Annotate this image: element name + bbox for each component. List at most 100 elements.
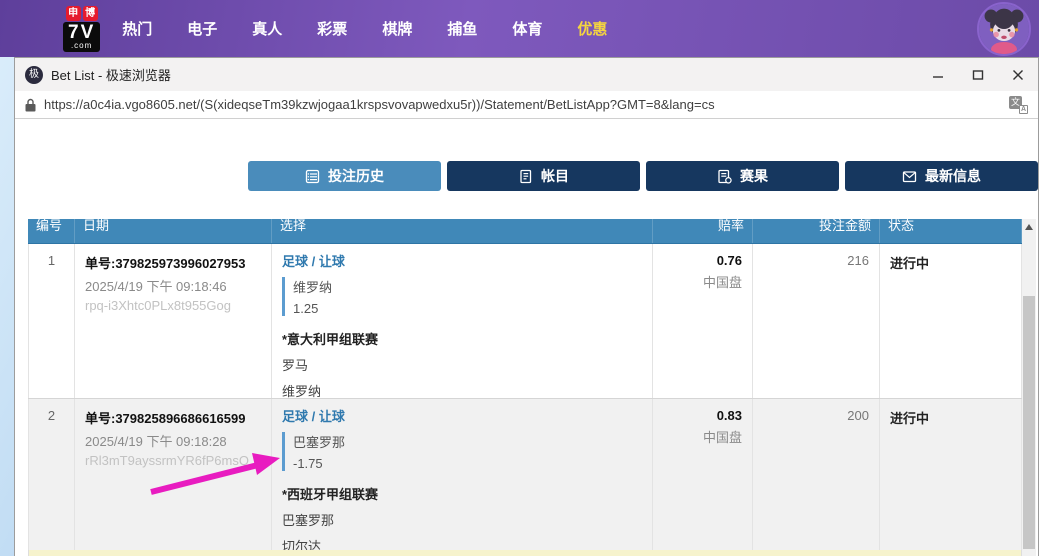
col-header-odds: 赔率	[653, 219, 753, 243]
league-name: *西班牙甲组联赛	[282, 484, 642, 503]
results-icon	[717, 169, 732, 184]
cell-row-number: 1	[28, 244, 75, 398]
ledger-icon	[518, 169, 533, 184]
window-titlebar: 极 Bet List - 极速浏览器	[15, 58, 1038, 91]
league-name: *意大利甲组联赛	[282, 329, 642, 348]
tab-bet-history[interactable]: 投注历史	[248, 161, 441, 191]
table-row: 2 单号:379825896686616599 2025/4/19 下午 09:…	[28, 399, 1022, 550]
bet-time: 2025/4/19 下午 09:18:28	[85, 431, 261, 450]
cell-row-number: 2	[28, 399, 75, 550]
table-row: 1 单号:379825973996027953 2025/4/19 下午 09:…	[28, 244, 1022, 399]
url-text[interactable]: https://a0c4ia.vgo8605.net/(S(xideqseTm3…	[44, 97, 1009, 112]
scroll-up-button[interactable]	[1022, 219, 1036, 235]
logo-badge-left: 申	[66, 6, 81, 21]
col-header-date: 日期	[75, 219, 272, 243]
cell-amount: 200	[753, 399, 880, 550]
market-link[interactable]: 足球 / 让球	[282, 251, 642, 270]
site-navbar: 申 博 7V .com 热门 电子 真人 彩票 棋牌 捕鱼 体育 优惠	[0, 0, 1039, 57]
window-controls	[918, 58, 1038, 91]
cell-selection: 足球 / 让球 维罗纳 1.25 *意大利甲组联赛 罗马 维罗纳 2025年04…	[272, 244, 653, 398]
cell-odds: 0.76 中国盘	[653, 244, 753, 398]
odds-value: 0.76	[663, 253, 742, 268]
col-header-selection: 选择	[272, 219, 653, 243]
col-header-no: 编号	[28, 219, 75, 243]
bet-history-icon	[305, 169, 320, 184]
site-nav-links: 热门 电子 真人 彩票 棋牌 捕鱼 体育 优惠	[122, 18, 642, 39]
odds-value: 0.83	[663, 408, 742, 423]
selection-line: 1.25	[293, 301, 642, 316]
odds-type: 中国盘	[663, 272, 742, 291]
logo-badge-right: 博	[83, 6, 98, 21]
bet-id: 单号:379825896686616599	[85, 408, 261, 427]
bet-ref-code: rpq-i3Xhtc0PLx8t955Gog	[85, 298, 261, 313]
close-icon	[1012, 69, 1024, 81]
selection-pick: 维罗纳	[293, 277, 642, 296]
tab-label: 帐目	[541, 166, 569, 186]
nav-item-fishing[interactable]: 捕鱼	[447, 18, 477, 39]
lock-icon	[25, 98, 36, 112]
logo-suffix-text: .com	[68, 42, 95, 50]
tab-latest-news[interactable]: 最新信息	[845, 161, 1038, 191]
tab-label: 投注历史	[328, 166, 384, 186]
avatar-illustration	[979, 4, 1029, 54]
selection-block: 维罗纳 1.25	[282, 277, 642, 316]
selection-line: -1.75	[293, 456, 642, 471]
table-header: 编号 日期 选择 赔率 投注金额 状态	[28, 219, 1022, 244]
maximize-icon	[972, 69, 984, 81]
nav-item-live[interactable]: 真人	[252, 18, 282, 39]
home-team: 巴塞罗那	[282, 510, 642, 529]
logo-badges: 申 博	[66, 6, 98, 21]
vertical-scrollbar[interactable]	[1022, 219, 1036, 556]
logo-box: 7V .com	[63, 22, 100, 52]
tab-statement[interactable]: 帐目	[447, 161, 640, 191]
cell-status: 进行中	[880, 399, 1022, 550]
section-tabs: 投注历史 帐目	[248, 161, 1038, 191]
nav-item-sports[interactable]: 体育	[512, 18, 542, 39]
away-team: 切尔达	[282, 536, 642, 550]
page-content: 投注历史 帐目	[15, 119, 1038, 556]
home-team: 罗马	[282, 355, 642, 374]
browser-window: 极 Bet List - 极速浏览器 https://a0c4ia.vgo860…	[14, 57, 1039, 556]
user-avatar[interactable]	[977, 2, 1031, 56]
bet-ref-code: rRl3mT9ayssrmYR6fP6msQ	[85, 453, 261, 468]
cell-amount: 216	[753, 244, 880, 398]
scroll-up-icon	[1025, 224, 1033, 230]
selection-pick: 巴塞罗那	[293, 432, 642, 451]
cell-selection: 足球 / 让球 巴塞罗那 -1.75 *西班牙甲组联赛 巴塞罗那 切尔达 202…	[272, 399, 653, 550]
translate-icon[interactable]: 文 A	[1009, 96, 1028, 114]
tab-label: 最新信息	[925, 166, 981, 186]
tab-label: 赛果	[740, 166, 768, 186]
cell-date: 单号:379825973996027953 2025/4/19 下午 09:18…	[75, 244, 272, 398]
nav-item-lottery[interactable]: 彩票	[317, 18, 347, 39]
cell-date: 单号:379825896686616599 2025/4/19 下午 09:18…	[75, 399, 272, 550]
next-row-peek	[28, 550, 1022, 556]
scrollbar-thumb[interactable]	[1023, 296, 1035, 549]
cell-odds: 0.83 中国盘	[653, 399, 753, 550]
browser-app-icon: 极	[25, 66, 43, 84]
desktop-background: 申 博 7V .com 热门 电子 真人 彩票 棋牌 捕鱼 体育 优惠	[0, 0, 1039, 556]
logo-main-text: 7V	[68, 23, 95, 42]
col-header-amount: 投注金额	[753, 219, 880, 243]
nav-item-slots[interactable]: 电子	[187, 18, 217, 39]
bet-list-table: 编号 日期 选择 赔率 投注金额 状态 1 单号:379825973996027…	[28, 219, 1022, 556]
site-logo[interactable]: 申 博 7V .com	[63, 6, 100, 52]
nav-item-hot[interactable]: 热门	[122, 18, 152, 39]
minimize-icon	[932, 69, 944, 81]
address-bar[interactable]: https://a0c4ia.vgo8605.net/(S(xideqseTm3…	[15, 91, 1038, 119]
odds-type: 中国盘	[663, 427, 742, 446]
mail-icon	[902, 169, 917, 184]
bet-time: 2025/4/19 下午 09:18:46	[85, 276, 261, 295]
minimize-button[interactable]	[918, 58, 958, 91]
tab-results[interactable]: 赛果	[646, 161, 839, 191]
cell-status: 进行中	[880, 244, 1022, 398]
close-button[interactable]	[998, 58, 1038, 91]
selection-block: 巴塞罗那 -1.75	[282, 432, 642, 471]
window-title: Bet List - 极速浏览器	[51, 65, 171, 84]
nav-item-promo[interactable]: 优惠	[577, 18, 607, 39]
nav-item-cards[interactable]: 棋牌	[382, 18, 412, 39]
col-header-status: 状态	[880, 219, 1022, 243]
bet-id: 单号:379825973996027953	[85, 253, 261, 272]
market-link[interactable]: 足球 / 让球	[282, 406, 642, 425]
maximize-button[interactable]	[958, 58, 998, 91]
away-team: 维罗纳	[282, 381, 642, 398]
